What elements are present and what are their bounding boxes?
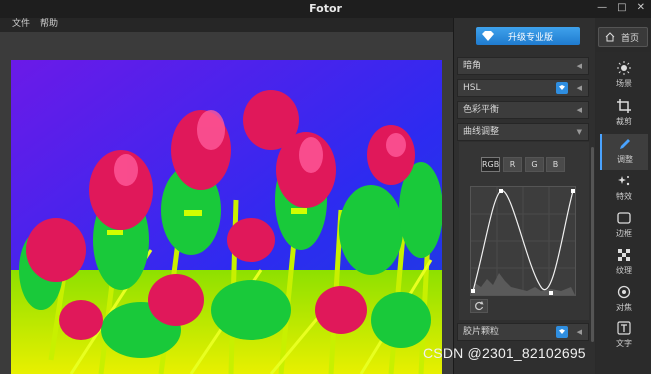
menu-bar: 文件 帮助 bbox=[0, 18, 453, 32]
home-icon bbox=[605, 32, 615, 42]
home-label: 首页 bbox=[621, 33, 640, 44]
channel-r-button[interactable]: R bbox=[503, 157, 522, 172]
window-title: Fotor bbox=[309, 2, 342, 15]
texture-icon bbox=[618, 249, 630, 261]
curve-point[interactable] bbox=[571, 189, 575, 193]
menu-help[interactable]: 帮助 bbox=[40, 18, 58, 32]
tool-scene[interactable]: 场景 bbox=[600, 58, 648, 94]
csdn-watermark: CSDN @2301_82102695 bbox=[423, 345, 586, 361]
close-button[interactable]: ✕ bbox=[637, 2, 645, 13]
crop-icon bbox=[617, 99, 631, 113]
focus-icon bbox=[617, 285, 631, 299]
tulip-photo-image bbox=[11, 60, 442, 374]
section-hsl[interactable]: HSL ◀ bbox=[457, 79, 589, 97]
section-color-balance[interactable]: 色彩平衡 ◀ bbox=[457, 101, 589, 119]
section-label: 曲线调整 bbox=[463, 127, 500, 137]
sun-icon bbox=[617, 61, 631, 75]
upgrade-button[interactable]: 升级专业版 bbox=[476, 27, 580, 45]
collapse-arrow-icon[interactable]: ◀ bbox=[577, 80, 582, 96]
curve-point[interactable] bbox=[471, 289, 475, 293]
collapse-arrow-icon[interactable]: ◀ bbox=[577, 58, 582, 74]
tool-frame[interactable]: 边框 bbox=[600, 208, 648, 244]
tool-crop[interactable]: 裁剪 bbox=[600, 96, 648, 132]
pencil-icon bbox=[620, 139, 630, 149]
text-icon bbox=[617, 321, 631, 335]
channel-rgb-button[interactable]: RGB bbox=[481, 157, 500, 172]
channel-b-button[interactable]: B bbox=[546, 157, 565, 172]
pro-diamond-icon bbox=[556, 82, 568, 94]
maximize-button[interactable]: □ bbox=[617, 2, 626, 13]
tool-texture[interactable]: 纹理 bbox=[600, 245, 648, 281]
tool-label: 纹理 bbox=[616, 266, 632, 275]
menu-file[interactable]: 文件 bbox=[12, 18, 30, 32]
curve-point[interactable] bbox=[549, 291, 553, 295]
channel-g-button[interactable]: G bbox=[525, 157, 544, 172]
minimize-button[interactable]: — bbox=[597, 2, 607, 13]
diamond-icon bbox=[482, 31, 494, 41]
tool-focus[interactable]: 对焦 bbox=[600, 282, 648, 318]
pro-diamond-icon bbox=[556, 326, 568, 338]
curve-plot bbox=[471, 187, 575, 295]
expand-arrow-icon[interactable]: ▼ bbox=[577, 124, 582, 140]
section-curves[interactable]: 曲线调整 ▼ bbox=[457, 123, 589, 141]
section-film-grain[interactable]: 胶片颗粒 ◀ bbox=[457, 323, 589, 341]
collapse-arrow-icon[interactable]: ◀ bbox=[577, 324, 582, 340]
title-bar: Fotor — □ ✕ bbox=[0, 0, 651, 18]
edited-photo[interactable] bbox=[11, 60, 442, 374]
tool-text[interactable]: 文字 bbox=[600, 318, 648, 354]
curve-graph[interactable] bbox=[470, 186, 576, 296]
section-label: 胶片颗粒 bbox=[463, 327, 500, 337]
reset-curve-button[interactable] bbox=[470, 299, 488, 313]
collapse-arrow-icon[interactable]: ◀ bbox=[577, 102, 582, 118]
section-vignette[interactable]: 暗角 ◀ bbox=[457, 57, 589, 75]
tool-adjust[interactable]: 调整 bbox=[600, 134, 648, 170]
section-label: HSL bbox=[463, 83, 481, 93]
curve-point[interactable] bbox=[499, 189, 503, 193]
section-label: 暗角 bbox=[463, 61, 482, 71]
frame-icon bbox=[617, 212, 631, 224]
tool-label: 边框 bbox=[616, 229, 632, 238]
canvas-area bbox=[0, 32, 453, 374]
tool-label: 特效 bbox=[616, 192, 632, 201]
tool-label: 裁剪 bbox=[616, 117, 632, 126]
tool-label: 对焦 bbox=[616, 303, 632, 312]
tool-label: 调整 bbox=[617, 155, 633, 164]
tool-label: 场景 bbox=[616, 79, 632, 88]
home-button[interactable]: 首页 bbox=[598, 27, 648, 47]
panel-scrollbar[interactable] bbox=[591, 147, 594, 342]
upgrade-label: 升级专业版 bbox=[508, 32, 554, 43]
section-label: 色彩平衡 bbox=[463, 105, 500, 115]
tool-label: 文字 bbox=[616, 339, 632, 348]
tool-effects[interactable]: 特效 bbox=[600, 171, 648, 207]
window-controls: — □ ✕ bbox=[597, 2, 645, 13]
refresh-icon bbox=[475, 301, 484, 311]
sparkle-icon bbox=[618, 176, 630, 186]
